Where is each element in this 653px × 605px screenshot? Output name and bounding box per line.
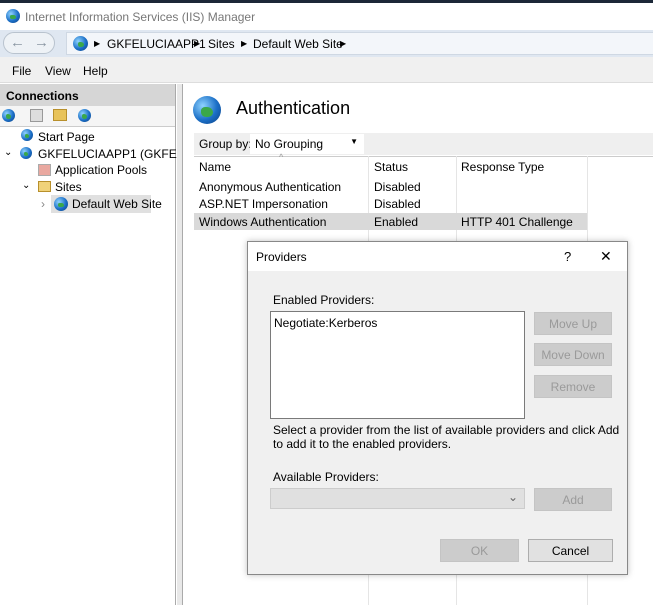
enabled-providers-label: Enabled Providers: [273, 293, 375, 307]
chevron-right-icon: ▶ [94, 39, 101, 48]
column-header-status[interactable]: Status [374, 160, 408, 174]
connections-header: Connections [0, 84, 175, 106]
dropdown-arrow-icon: ▼ [350, 137, 358, 146]
connect-icon[interactable] [2, 109, 15, 122]
breadcrumb-sites[interactable]: Sites [208, 37, 235, 51]
group-by-bar: Group by: No Grouping ▼ [194, 133, 653, 155]
hint-text-line1: Select a provider from the list of avail… [273, 423, 620, 437]
globe-icon [73, 36, 88, 51]
move-up-button[interactable]: Move Up [534, 312, 612, 335]
chevron-right-icon[interactable]: › [41, 197, 45, 211]
list-item[interactable]: Negotiate:Kerberos [274, 316, 521, 330]
tree-item-start-page[interactable]: Start Page [38, 130, 95, 144]
iis-app-icon [6, 9, 20, 23]
cell-name: Windows Authentication [199, 215, 327, 229]
available-providers-label: Available Providers: [273, 470, 379, 484]
save-icon[interactable] [30, 109, 43, 122]
move-down-button[interactable]: Move Down [534, 343, 612, 366]
page-title: Authentication [236, 98, 351, 118]
cell-response-type: HTTP 401 Challenge [461, 215, 573, 229]
cancel-button[interactable]: Cancel [528, 539, 613, 562]
help-icon[interactable]: ? [564, 249, 571, 264]
start-page-icon [21, 129, 33, 141]
chevron-right-icon: ▶ [241, 39, 248, 48]
group-by-label: Group by: [199, 137, 252, 151]
group-by-dropdown[interactable]: No Grouping ▼ [250, 134, 364, 154]
chevron-down-icon[interactable]: ⌄ [4, 147, 12, 158]
column-header-response-type[interactable]: Response Type [461, 160, 544, 174]
nav-buttons: ← → [3, 32, 55, 54]
sites-folder-icon [38, 181, 51, 192]
chevron-down-icon[interactable]: ⌄ [22, 180, 30, 191]
table-row[interactable]: Anonymous Authentication Disabled [194, 178, 587, 195]
group-by-value: No Grouping [255, 137, 324, 151]
add-button[interactable]: Add [534, 488, 612, 511]
cell-name: Anonymous Authentication [199, 180, 342, 194]
window-title: Internet Information Services (IIS) Mana… [25, 10, 256, 24]
ok-button[interactable]: OK [440, 539, 519, 562]
connections-toolbar [0, 106, 175, 127]
cell-status: Enabled [374, 215, 419, 229]
chevron-right-icon: ▶ [340, 39, 347, 48]
cell-status: Disabled [374, 197, 421, 211]
table-row[interactable]: ASP.NET Impersonation Disabled [194, 195, 587, 212]
hint-text-line2: to add it to the enabled providers. [273, 437, 452, 451]
tree-item-app-pools[interactable]: Application Pools [55, 163, 147, 177]
remove-button[interactable]: Remove [534, 375, 612, 398]
breadcrumb-site[interactable]: Default Web Site [253, 37, 343, 51]
column-header-name[interactable]: Name [199, 160, 231, 174]
menu-bar: File View Help [0, 57, 653, 83]
table-header: Name ^ Status Response Type [194, 152, 653, 176]
cell-status: Disabled [374, 180, 421, 194]
address-bar[interactable]: ▶ GKFELUCIAAPP1 ▶ Sites ▶ Default Web Si… [66, 32, 653, 55]
close-icon[interactable]: ✕ [600, 248, 612, 265]
breadcrumb-server[interactable]: GKFELUCIAAPP1 [107, 37, 206, 51]
folder-up-icon[interactable] [53, 109, 67, 121]
dialog-title: Providers [256, 250, 307, 264]
chevron-right-icon: ▶ [194, 39, 201, 48]
tree-item-default-site[interactable]: Default Web Site [72, 197, 162, 211]
available-providers-combo[interactable]: ⌄ [270, 488, 525, 509]
menu-help[interactable]: Help [83, 64, 108, 78]
tree-item-sites[interactable]: Sites [55, 180, 82, 194]
cell-name: ASP.NET Impersonation [199, 197, 328, 211]
forward-arrow-icon[interactable]: → [34, 34, 49, 51]
dialog-title-bar: Providers ? ✕ [248, 242, 627, 271]
title-bar: Internet Information Services (IIS) Mana… [0, 3, 653, 30]
disconnect-icon[interactable] [78, 109, 91, 122]
website-globe-icon [54, 197, 68, 211]
connections-panel: Connections Start Page ⌄ GKFELUCIAAPP1 (… [0, 84, 212, 605]
chevron-down-icon: ⌄ [507, 490, 518, 504]
sort-ascending-icon: ^ [279, 152, 284, 162]
app-pools-icon [38, 164, 51, 176]
enabled-providers-list[interactable]: Negotiate:Kerberos [270, 311, 525, 419]
table-row-selected[interactable]: Windows Authentication Enabled HTTP 401 … [194, 213, 587, 230]
authentication-icon [193, 96, 221, 124]
menu-file[interactable]: File [12, 64, 31, 78]
menu-view[interactable]: View [45, 64, 71, 78]
back-arrow-icon[interactable]: ← [10, 34, 25, 51]
server-icon [20, 147, 32, 159]
providers-dialog: Providers ? ✕ Enabled Providers: Negotia… [247, 241, 628, 575]
